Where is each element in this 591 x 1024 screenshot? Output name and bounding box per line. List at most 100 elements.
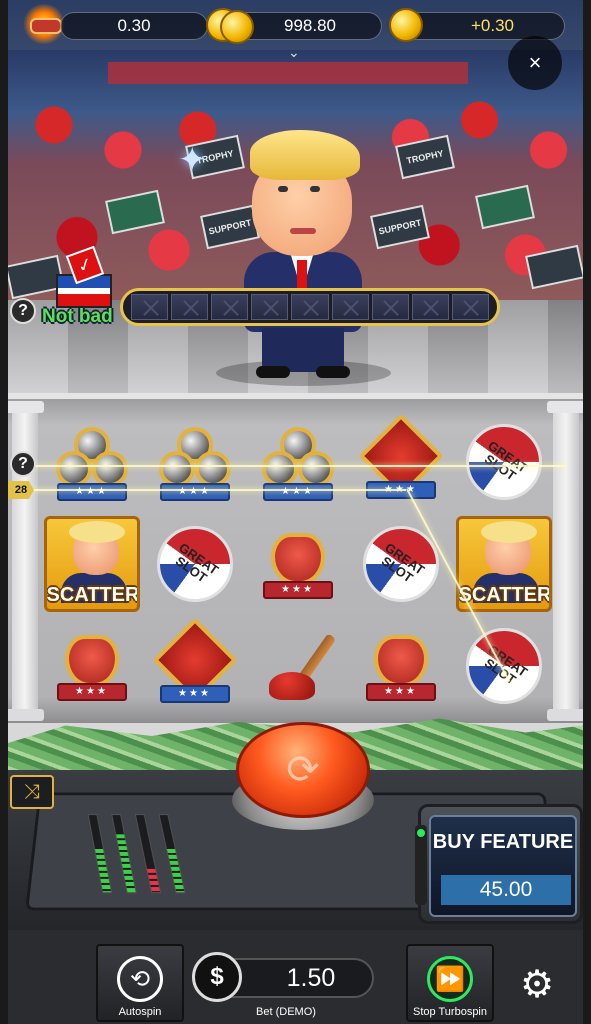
ribbon-stars: ★★★ [57, 483, 127, 501]
fast-forward-icon: ⏩ [427, 956, 473, 1002]
heart-symbol: ★★★ [57, 635, 127, 697]
slider-track [135, 814, 161, 893]
reel-cell: GREAT SLOT [452, 411, 555, 513]
scatter-symbol: SCATTER [44, 516, 140, 612]
refresh-icon: ⟳ [286, 747, 320, 793]
last-win-value: 0.30 [117, 16, 150, 36]
great-slot-text: GREAT SLOT [364, 533, 436, 594]
balance-value: 998.80 [284, 16, 336, 36]
buy-feature-button[interactable]: BUY FEATURE 45.00 [418, 804, 583, 924]
ribbon-stars: ★★★ [160, 685, 230, 703]
slider-track [158, 814, 185, 893]
banner-row [108, 62, 468, 84]
top-bar: 0.30 998.80 +0.30 ⌄ [8, 0, 583, 50]
meter-cell [412, 294, 449, 320]
payline [26, 489, 406, 491]
crowd-sign [525, 245, 583, 289]
reel-cell: GREAT SLOT [143, 513, 246, 615]
bottom-bar: ⟲ Autospin 1.50 $ Bet (DEMO) ⏩ Stop Turb… [8, 930, 583, 1024]
great-slot-symbol: GREAT SLOT [363, 526, 439, 602]
payline [26, 465, 566, 467]
reel-cell: GREAT SLOT [349, 513, 452, 615]
machine-panel: ⤨ ⟳ BUY FEATURE 45.00 [8, 770, 583, 930]
meter-cell [452, 294, 489, 320]
close-icon: × [529, 50, 542, 76]
turbospin-label: Stop Turbospin [408, 1006, 492, 1018]
reel-cell: GREAT SLOT [452, 615, 555, 717]
reel-frame: ★★★ ★★★ ★★★ ★★★ GREAT SLOT SCATTER GREAT S… [8, 393, 583, 723]
win-delta-value: +0.30 [471, 16, 514, 36]
scatter-label: SCATTER [47, 584, 137, 607]
reel-cell: ★★★ [40, 615, 143, 717]
plunger-symbol [263, 626, 333, 706]
reel-cell: ★★★ [349, 411, 452, 513]
character-eye [278, 186, 288, 192]
payline-number: 28 [8, 481, 34, 499]
heart-symbol: ★★★ [366, 635, 436, 697]
ballot-box-icon: ✓ [52, 248, 118, 310]
coin-icon [389, 8, 423, 42]
chevron-down-icon[interactable]: ⌄ [288, 44, 300, 61]
character-shoe [256, 366, 290, 378]
great-slot-text: GREAT SLOT [467, 635, 539, 696]
close-button[interactable]: × [508, 36, 562, 90]
reel-cell: ★★★ [246, 513, 349, 615]
reel-cell [246, 615, 349, 717]
spin-button[interactable]: ⟳ [236, 722, 370, 832]
bet-icon[interactable]: $ [192, 952, 242, 1002]
crowd-sign [105, 190, 165, 234]
buy-feature-price: 45.00 [441, 875, 571, 905]
slider-level [147, 868, 160, 892]
slider-level [95, 849, 111, 892]
reel-grid: ★★★ ★★★ ★★★ ★★★ GREAT SLOT SCATTER GREAT S… [40, 411, 555, 717]
autospin-button[interactable]: ⟲ Autospin [96, 944, 184, 1022]
meter-cell [131, 294, 168, 320]
character-hair [250, 130, 360, 180]
bet-label: Bet (DEMO) [238, 1006, 334, 1018]
slider-level [167, 849, 184, 892]
ribbon-stars: ★★★ [366, 683, 436, 701]
meter-cell [251, 294, 288, 320]
crowd-sign [475, 185, 535, 229]
ribbon-stars: ★★★ [160, 483, 230, 501]
sparkle-icon: ✦ [178, 140, 218, 180]
meter-cell [211, 294, 248, 320]
meter-cell [332, 294, 369, 320]
heart-symbol: ★★★ [263, 533, 333, 595]
meter-cell [291, 294, 328, 320]
reel-cell: ★★★ [246, 411, 349, 513]
character-eye [310, 186, 320, 192]
reels-help-button[interactable]: ? [10, 451, 36, 477]
ribbon-stars: ★★★ [57, 683, 127, 701]
status-lamp [415, 825, 427, 905]
help-icon: ? [18, 302, 28, 320]
autospin-label: Autospin [98, 1006, 182, 1018]
volume-sliders [91, 814, 226, 893]
gear-icon[interactable]: ⚙ [518, 966, 556, 1004]
club-symbol: ★★★ [157, 427, 233, 497]
great-slot-text: GREAT SLOT [467, 431, 539, 492]
shuffle-icon[interactable]: ⤨ [10, 775, 54, 809]
right-pillar [553, 409, 579, 715]
spin-button-top: ⟳ [236, 722, 370, 818]
scatter-label: SCATTER [459, 584, 549, 607]
club-symbol: ★★★ [54, 427, 130, 497]
reel-cell: ★★★ [143, 615, 246, 717]
turbospin-button[interactable]: ⏩ Stop Turbospin [406, 944, 494, 1022]
great-slot-symbol: GREAT SLOT [466, 424, 542, 500]
meter-help-button[interactable]: ? [10, 298, 36, 324]
president-character [238, 130, 368, 385]
meter-status-text: Not bad [42, 306, 113, 328]
character-shoe [316, 366, 350, 378]
coins-icon [220, 10, 254, 44]
ribbon-stars: ★★★ [263, 483, 333, 501]
meter-cell [372, 294, 409, 320]
reel-cell: ★★★ [143, 411, 246, 513]
last-win-pill: 0.30 [60, 12, 208, 40]
buy-feature-screen: BUY FEATURE 45.00 [429, 815, 577, 917]
meter-cell [171, 294, 208, 320]
reel-cell: SCATTER [40, 513, 143, 615]
great-slot-text: GREAT SLOT [158, 533, 230, 594]
ribbon-stars: ★★★ [263, 581, 333, 599]
crowd-sign: TROPHY [395, 135, 455, 179]
